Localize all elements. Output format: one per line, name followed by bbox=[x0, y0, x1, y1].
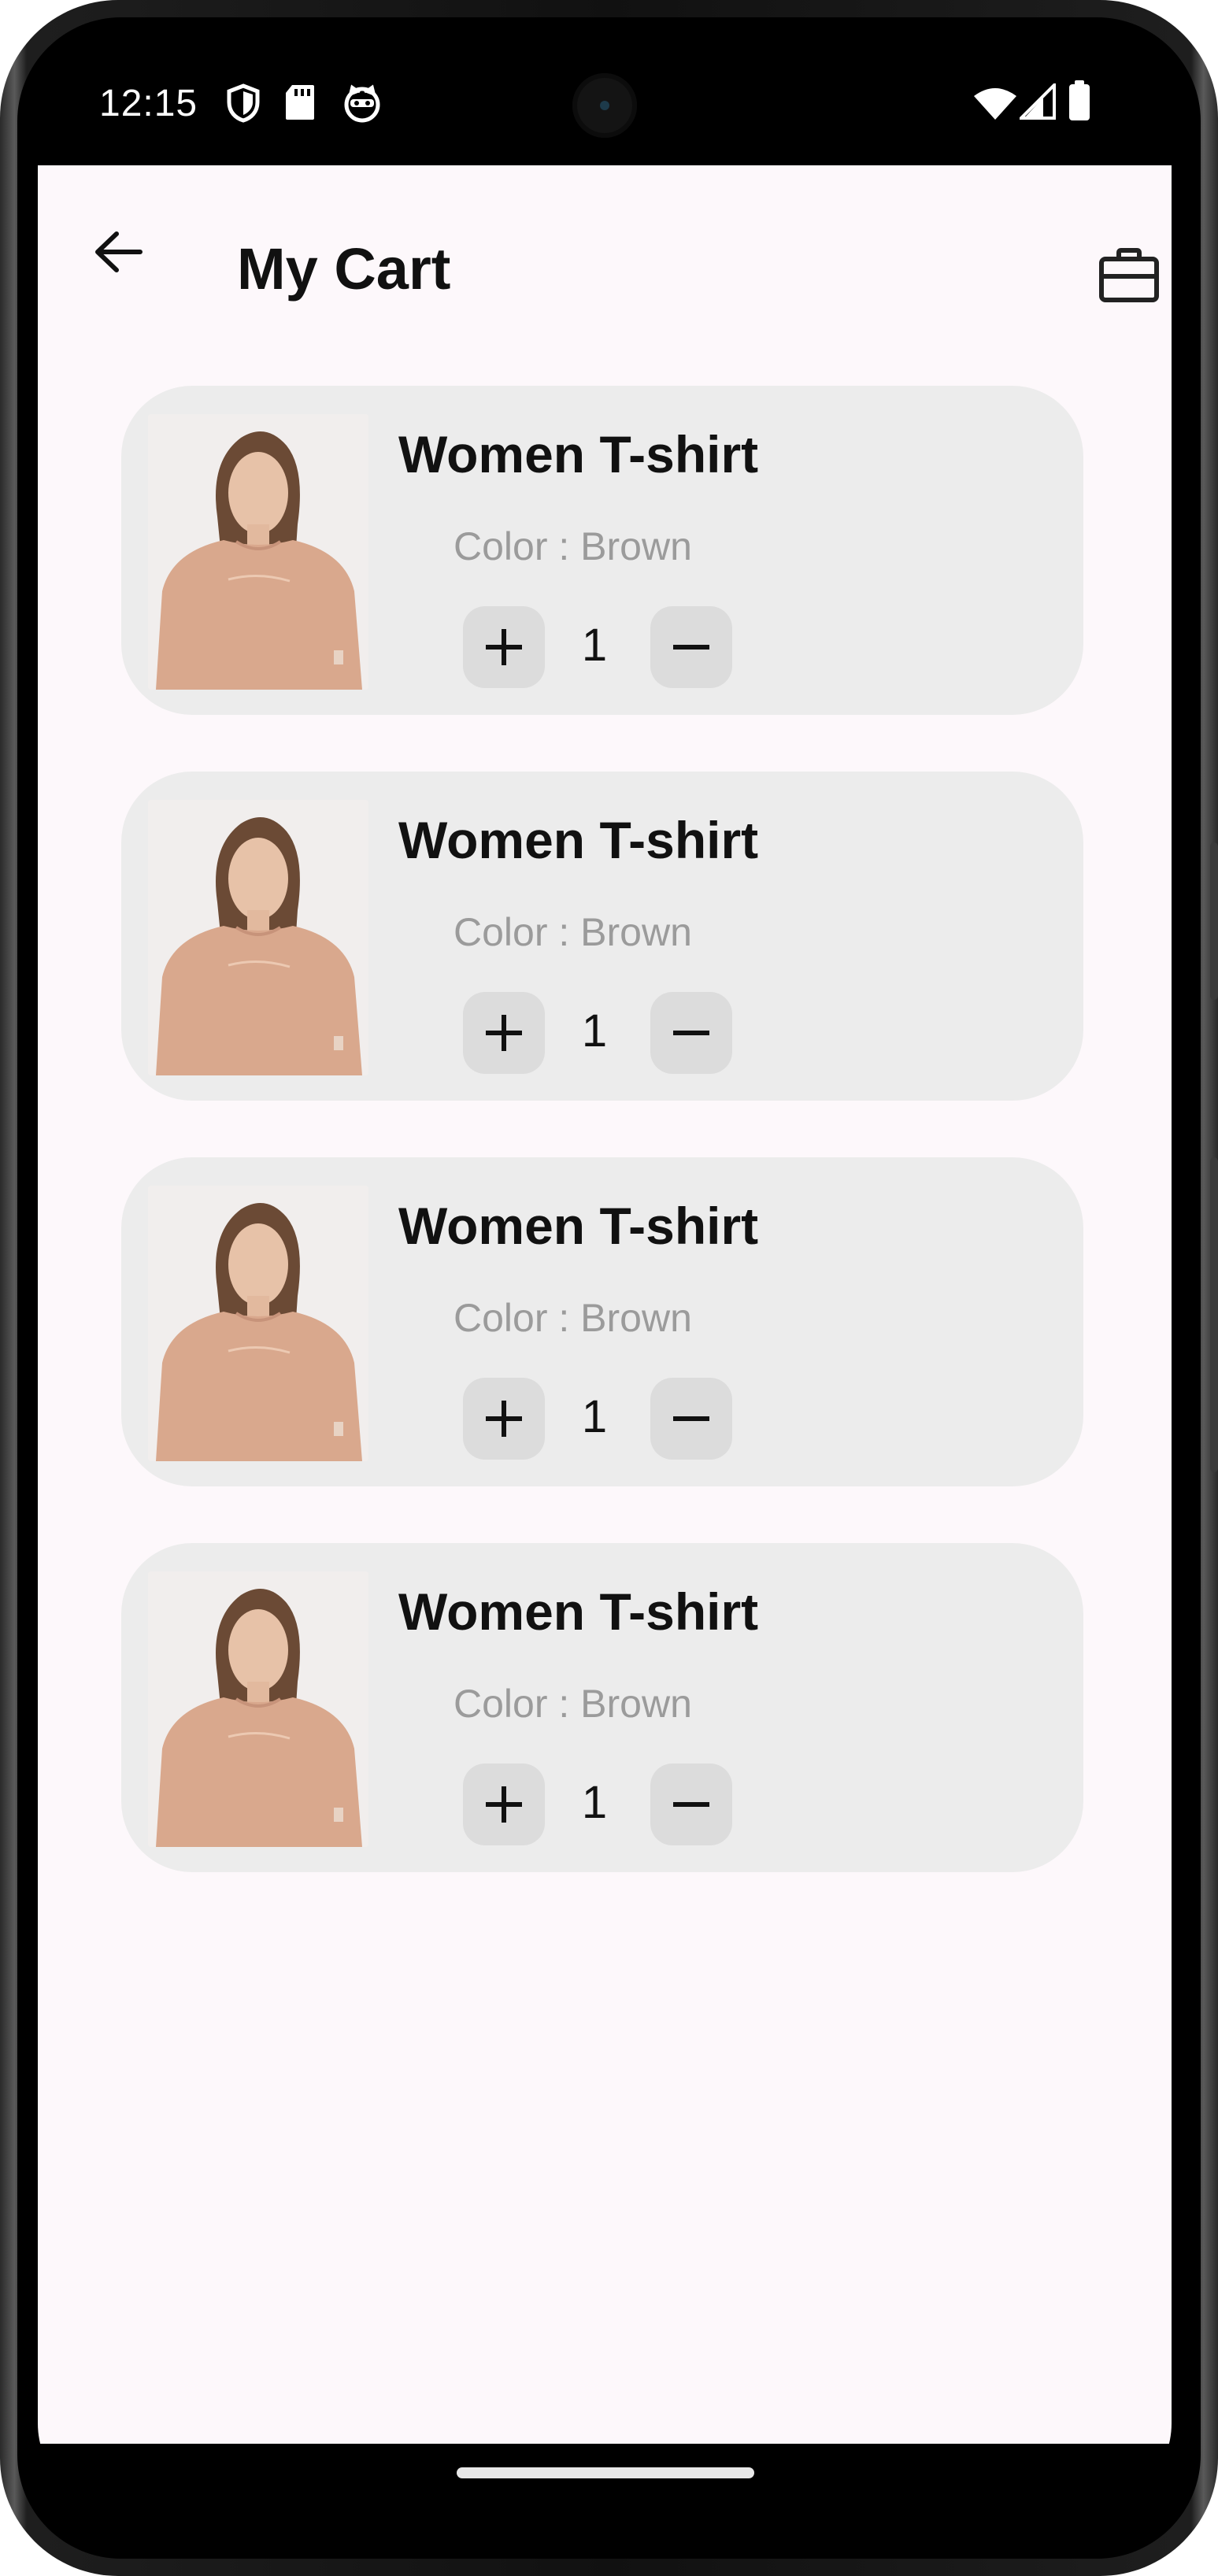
minus-icon bbox=[673, 1031, 709, 1035]
quantity-value: 1 bbox=[581, 620, 608, 671]
increase-quantity-button[interactable] bbox=[463, 606, 545, 688]
plus-icon bbox=[486, 629, 522, 665]
wifi-icon bbox=[974, 88, 1016, 120]
product-name: Women T-shirt bbox=[398, 811, 759, 869]
volume-button bbox=[1210, 842, 1218, 1000]
product-image bbox=[148, 1186, 368, 1461]
arrow-left-icon bbox=[95, 231, 143, 272]
front-camera bbox=[572, 73, 637, 138]
cart-item[interactable]: Women T-shirt Color : Brown 1 bbox=[121, 772, 1083, 1101]
minus-icon bbox=[673, 1416, 709, 1421]
product-color: Color : Brown bbox=[454, 1296, 692, 1340]
product-name: Women T-shirt bbox=[398, 425, 759, 483]
increase-quantity-button[interactable] bbox=[463, 1764, 545, 1845]
product-color: Color : Brown bbox=[454, 524, 692, 568]
top-app-bar: My Cart bbox=[38, 165, 1172, 323]
decrease-quantity-button[interactable] bbox=[650, 992, 732, 1074]
cart-list: Women T-shirt Color : Brown 1 Women T-sh… bbox=[121, 386, 1083, 1929]
product-color: Color : Brown bbox=[454, 1682, 692, 1726]
increase-quantity-button[interactable] bbox=[463, 1378, 545, 1460]
product-image bbox=[148, 1571, 368, 1847]
briefcase-button[interactable] bbox=[1098, 248, 1161, 311]
battery-icon bbox=[1069, 80, 1090, 120]
decrease-quantity-button[interactable] bbox=[650, 606, 732, 688]
sd-card-icon bbox=[286, 85, 314, 120]
product-color: Color : Brown bbox=[454, 910, 692, 954]
power-button bbox=[1210, 1157, 1218, 1472]
decrease-quantity-button[interactable] bbox=[650, 1764, 732, 1845]
cat-face-icon bbox=[344, 84, 380, 123]
quantity-value: 1 bbox=[581, 1391, 608, 1442]
plus-icon bbox=[486, 1401, 522, 1437]
minus-icon bbox=[673, 645, 709, 650]
product-name: Women T-shirt bbox=[398, 1582, 759, 1641]
cart-item[interactable]: Women T-shirt Color : Brown 1 bbox=[121, 386, 1083, 715]
briefcase-icon bbox=[1099, 248, 1159, 302]
status-bar: 12:15 bbox=[38, 38, 1172, 165]
shield-icon bbox=[227, 83, 260, 123]
product-name: Women T-shirt bbox=[398, 1197, 759, 1255]
plus-icon bbox=[486, 1015, 522, 1051]
quantity-value: 1 bbox=[581, 1777, 608, 1828]
quantity-value: 1 bbox=[581, 1005, 608, 1057]
plus-icon bbox=[486, 1786, 522, 1823]
cart-item[interactable]: Women T-shirt Color : Brown 1 bbox=[121, 1157, 1083, 1486]
cart-screen: My Cart Women T-shirt Color: Brown 1 Wo… bbox=[38, 165, 1172, 2444]
product-image bbox=[148, 800, 368, 1075]
screen: 12:15 My Cart Women T-shirt Color: Brow… bbox=[38, 38, 1172, 2510]
signal-icon bbox=[1020, 83, 1056, 120]
home-indicator[interactable] bbox=[457, 2467, 754, 2478]
back-button[interactable] bbox=[79, 213, 157, 291]
product-image bbox=[148, 414, 368, 690]
decrease-quantity-button[interactable] bbox=[650, 1378, 732, 1460]
status-time: 12:15 bbox=[99, 83, 198, 124]
page-title: My Cart bbox=[237, 236, 451, 302]
increase-quantity-button[interactable] bbox=[463, 992, 545, 1074]
minus-icon bbox=[673, 1802, 709, 1807]
cart-item[interactable]: Women T-shirt Color : Brown 1 bbox=[121, 1543, 1083, 1872]
